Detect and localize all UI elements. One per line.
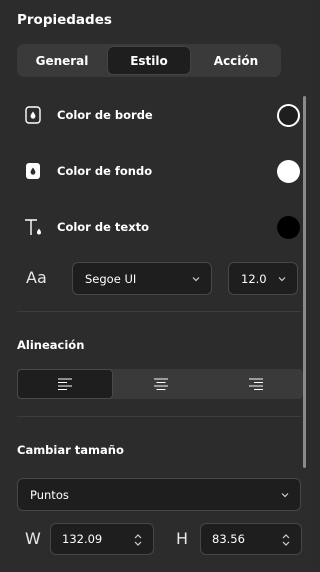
unit-dropdown[interactable]: Puntos [17, 478, 301, 511]
font-size-value: 12.0 [241, 271, 267, 286]
height-label: H [176, 529, 189, 548]
fill-color-icon [22, 160, 44, 182]
width-value: 132.09 [62, 532, 103, 546]
chevron-down-icon [280, 489, 290, 499]
chevron-down-icon [191, 273, 201, 283]
alignment-title: Alineación [17, 338, 85, 352]
height-value: 83.56 [212, 532, 245, 546]
font-family-dropdown[interactable]: Segoe UI [72, 262, 212, 295]
align-right-button[interactable] [208, 369, 303, 399]
divider [17, 416, 301, 417]
align-center-button[interactable] [113, 369, 208, 399]
border-color-swatch[interactable] [277, 104, 300, 127]
chevron-down-icon [277, 273, 287, 283]
align-left-icon [58, 378, 72, 391]
tab-action[interactable]: Acción [193, 46, 279, 75]
properties-panel: Propiedades General Estilo Acción Color … [0, 0, 312, 572]
height-input[interactable]: 83.56 [200, 523, 302, 555]
text-color-swatch[interactable] [277, 216, 300, 239]
alignment-segmented-control [17, 369, 303, 399]
fill-color-swatch[interactable] [277, 160, 300, 183]
text-color-label: Color de texto [57, 220, 150, 234]
align-right-icon [248, 378, 263, 391]
text-color-icon [22, 216, 44, 238]
font-size-dropdown[interactable]: 12.0 [228, 262, 298, 295]
resize-title: Cambiar tamaño [17, 443, 124, 457]
scrollbar[interactable] [303, 96, 306, 468]
tab-style[interactable]: Estilo [107, 46, 191, 75]
font-icon: Aa [26, 268, 47, 287]
panel-title: Propiedades [17, 12, 112, 28]
divider [17, 311, 301, 312]
spinner-icon[interactable] [281, 532, 291, 548]
tab-bar: General Estilo Acción [17, 44, 281, 77]
align-center-icon [153, 378, 168, 391]
spinner-icon[interactable] [133, 532, 143, 548]
fill-color-label: Color de fondo [57, 164, 153, 178]
border-color-icon [22, 104, 44, 126]
width-input[interactable]: 132.09 [50, 523, 154, 555]
unit-value: Puntos [30, 487, 69, 502]
width-label: W [25, 529, 41, 548]
align-left-button[interactable] [17, 369, 113, 399]
font-family-value: Segoe UI [85, 271, 137, 286]
tab-general[interactable]: General [19, 46, 105, 75]
border-color-label: Color de borde [57, 108, 153, 122]
